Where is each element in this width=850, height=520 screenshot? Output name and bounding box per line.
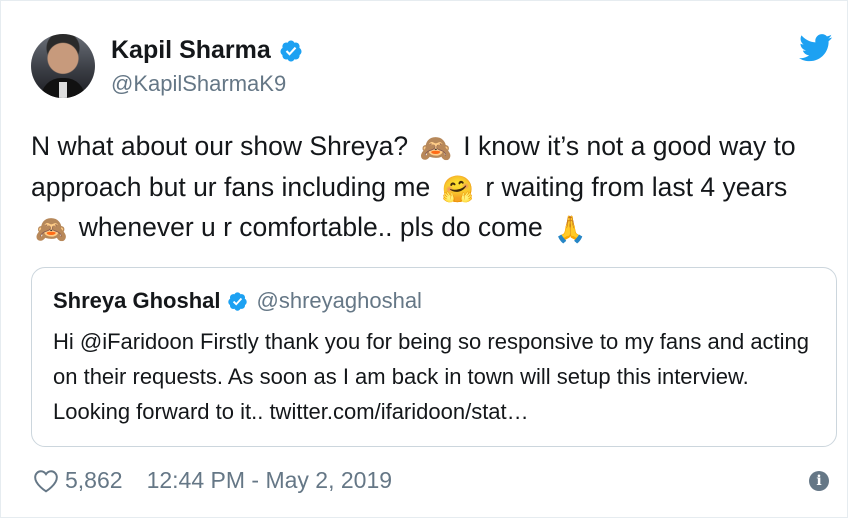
like-count[interactable]: 5,862 (65, 467, 123, 494)
twitter-bird-icon[interactable] (799, 34, 833, 62)
tweet-text: N what about our show Shreya? 🙈 I know i… (31, 126, 831, 248)
author-handle[interactable]: @KapilSharmaK9 (111, 71, 286, 97)
see-no-evil-monkey-emoji: 🙈 (419, 133, 452, 163)
tweet-card: Kapil Sharma @KapilSharmaK9 N what about… (0, 0, 848, 518)
quoted-author-handle: @shreyaghoshal (256, 288, 422, 313)
tweet-text-part: r waiting from last 4 years (485, 171, 788, 202)
author-row: Kapil Sharma (111, 36, 303, 65)
verified-icon (280, 40, 302, 61)
quoted-tweet[interactable]: Shreya Ghoshal @shreyaghoshal Hi @iFarid… (31, 267, 837, 447)
quoted-author-name: Shreya Ghoshal (53, 288, 221, 313)
avatar[interactable] (31, 34, 95, 98)
timestamp[interactable]: 12:44 PM - May 2, 2019 (147, 467, 392, 494)
avatar-shirt (59, 82, 67, 98)
heart-icon[interactable] (33, 469, 59, 493)
hugging-face-emoji: 🤗 (441, 173, 474, 204)
verified-icon (227, 291, 247, 311)
tweet-text-part: N what about our show Shreya? (31, 131, 409, 161)
folded-hands-emoji: 🙏 (554, 214, 587, 244)
see-no-evil-monkey-emoji: 🙈 (35, 214, 68, 244)
author-name[interactable]: Kapil Sharma (111, 36, 271, 65)
quoted-tweet-text: Hi @iFaridoon Firstly thank you for bein… (53, 329, 810, 424)
tweet-text-part: whenever u r comfortable.. pls do come (78, 212, 543, 242)
quoted-author-row: Shreya Ghoshal @shreyaghoshal (53, 288, 422, 314)
tweet-footer: 5,862 12:44 PM - May 2, 2019 (33, 467, 392, 494)
info-icon[interactable]: i (809, 471, 829, 491)
